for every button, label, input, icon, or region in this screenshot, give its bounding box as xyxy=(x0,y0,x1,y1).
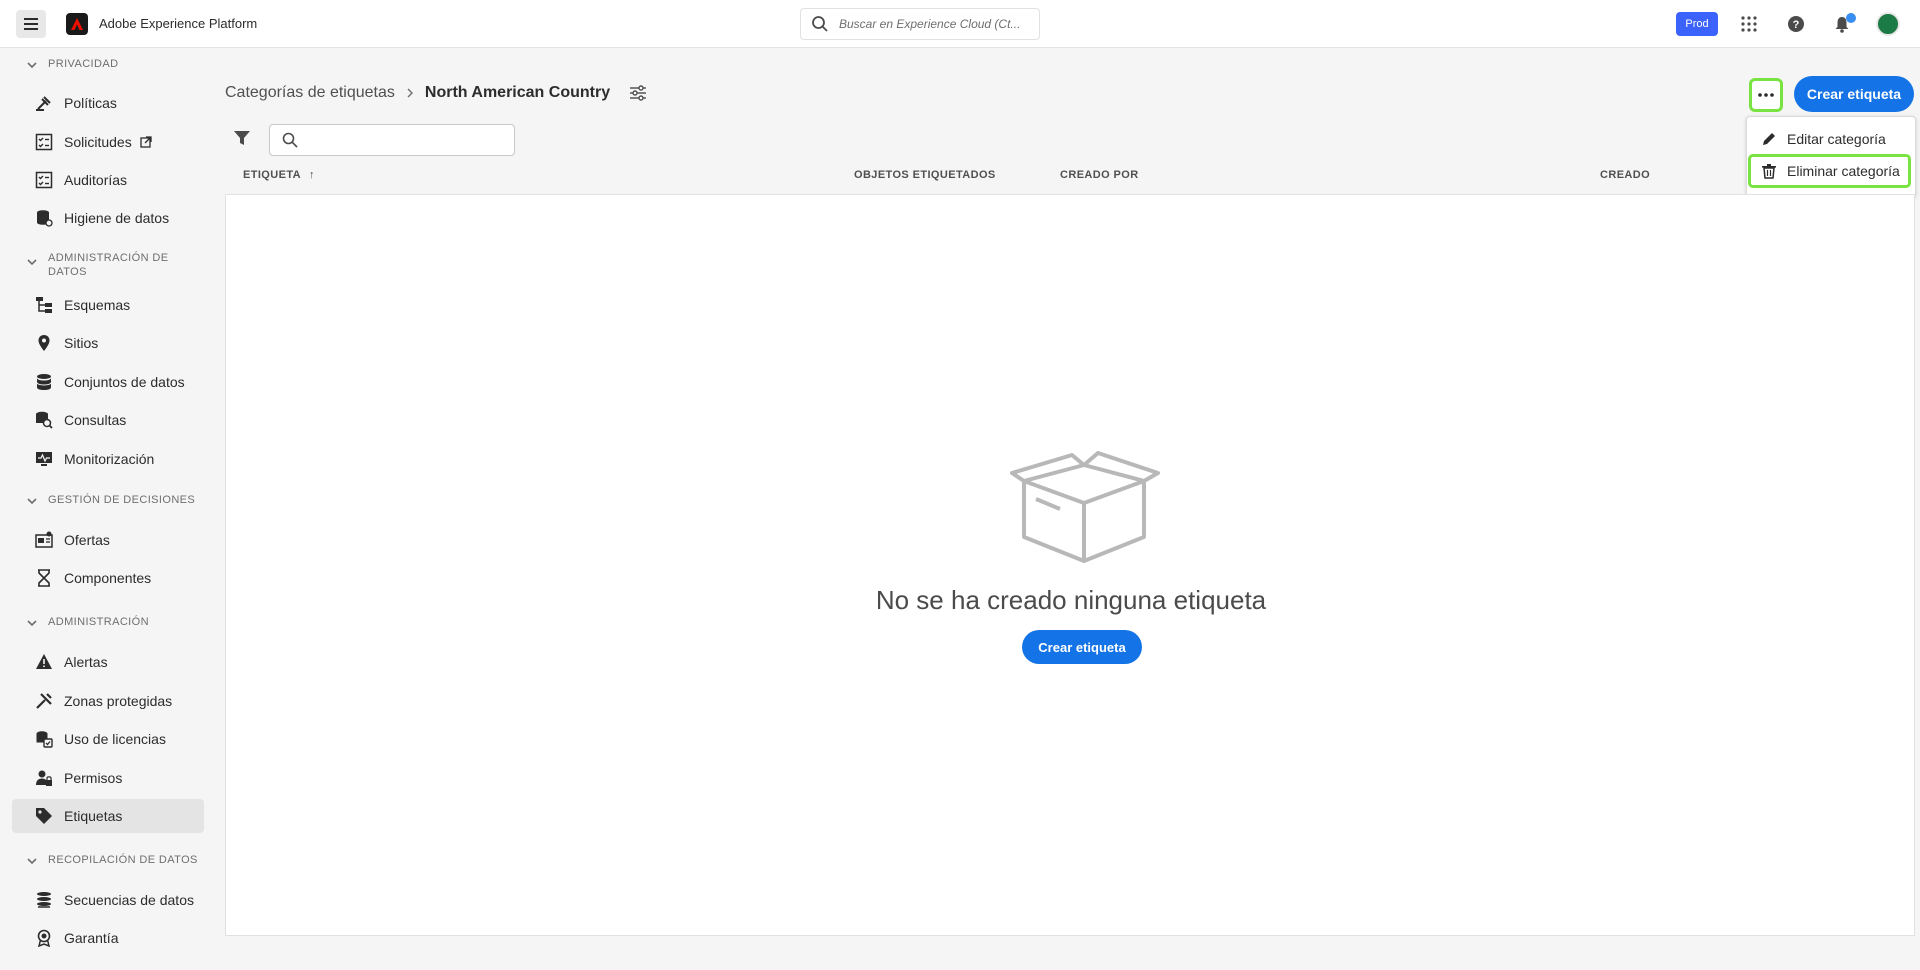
sidebar-item-etiquetas[interactable]: Etiquetas xyxy=(12,799,204,833)
section-header-recopilacion-de-datos[interactable]: RECOPILACIÓN DE DATOS xyxy=(26,853,198,867)
pencil-icon xyxy=(1763,133,1775,145)
search-icon xyxy=(812,16,828,32)
award-icon xyxy=(34,928,54,948)
create-label-button[interactable]: Crear etiqueta xyxy=(1794,76,1914,112)
chevron-right-icon xyxy=(407,88,413,98)
sidebar-item-secuencias-de-datos[interactable]: Secuencias de datos xyxy=(12,883,204,917)
sandbox-switcher[interactable]: Prod xyxy=(1676,12,1718,36)
sidebar-item-componentes[interactable]: Componentes xyxy=(12,561,204,595)
chevron-down-icon xyxy=(27,498,37,505)
license-icon xyxy=(34,729,54,749)
more-actions-button[interactable] xyxy=(1749,78,1783,112)
search-icon xyxy=(282,132,298,148)
labels-table-body: No se ha creado ninguna etiqueta Crear e… xyxy=(225,194,1915,936)
sort-ascending-icon: ↑ xyxy=(309,169,315,181)
notification-badge xyxy=(1846,13,1856,23)
column-header-objetos-etiquetados[interactable]: OBJETOS ETIQUETADOS xyxy=(854,169,996,181)
alert-icon xyxy=(34,652,54,672)
breadcrumb-parent-link[interactable]: Categorías de etiquetas xyxy=(225,84,395,102)
page-title: North American Country xyxy=(424,84,611,101)
sidebar-item-alertas[interactable]: Alertas xyxy=(12,645,204,679)
breadcrumb: Categorías de etiquetas North American C… xyxy=(225,83,648,103)
apps-grid-icon[interactable] xyxy=(1738,13,1760,35)
user-lock-icon xyxy=(34,768,54,788)
sidebar-item-garantia[interactable]: Garantía xyxy=(12,921,204,955)
sidebar-item-politicas[interactable]: Políticas xyxy=(12,86,204,120)
chevron-down-icon xyxy=(27,62,37,69)
settings-sliders-icon[interactable] xyxy=(628,83,648,103)
sidebar-item-zonas-protegidas[interactable]: Zonas protegidas xyxy=(12,684,204,718)
sidebar: PRIVACIDAD Políticas Solicitudes Auditor… xyxy=(0,48,213,970)
tools-icon xyxy=(34,691,54,711)
column-header-creado[interactable]: CREADO xyxy=(1600,169,1650,181)
sidebar-item-consultas[interactable]: Consultas xyxy=(12,403,204,437)
label-search-input[interactable] xyxy=(269,124,515,156)
chevron-down-icon xyxy=(27,620,37,627)
sidebar-item-solicitudes[interactable]: Solicitudes xyxy=(12,125,204,159)
menu-item-delete-category[interactable]: Eliminar categoría xyxy=(1748,154,1911,188)
column-header-creado-por[interactable]: CREADO POR xyxy=(1060,169,1139,181)
empty-box-icon xyxy=(1010,451,1160,563)
sidebar-item-auditorias[interactable]: Auditorías xyxy=(12,163,204,197)
database-clean-icon xyxy=(34,208,54,228)
sidebar-item-monitorizacion[interactable]: Monitorización xyxy=(12,442,204,476)
column-header-etiqueta[interactable]: ETIQUETA ↑ xyxy=(243,169,315,181)
more-horizontal-icon xyxy=(1758,93,1774,97)
sidebar-item-esquemas[interactable]: Esquemas xyxy=(12,288,204,322)
svg-text:?: ? xyxy=(1793,19,1800,31)
chevron-down-icon xyxy=(27,259,37,266)
schema-icon xyxy=(34,295,54,315)
section-header-administracion[interactable]: ADMINISTRACIÓN xyxy=(26,615,149,629)
sidebar-item-conjuntos-de-datos[interactable]: Conjuntos de datos xyxy=(12,365,204,399)
location-pin-icon xyxy=(34,333,54,353)
help-icon[interactable]: ? xyxy=(1785,13,1807,35)
tag-icon xyxy=(34,806,54,826)
sidebar-item-permisos[interactable]: Permisos xyxy=(12,761,204,795)
filter-icon[interactable] xyxy=(233,129,251,147)
checklist-icon xyxy=(34,132,54,152)
offers-icon xyxy=(34,530,54,550)
user-avatar[interactable] xyxy=(1876,12,1900,36)
monitor-icon xyxy=(34,449,54,469)
app-title[interactable]: Adobe Experience Platform xyxy=(99,16,257,31)
empty-state-message: No se ha creado ninguna etiqueta xyxy=(875,585,1267,615)
policy-icon xyxy=(34,93,54,113)
sidebar-item-uso-de-licencias[interactable]: Uso de licencias xyxy=(12,722,204,756)
hourglass-icon xyxy=(34,568,54,588)
actions-popover-menu: Editar categoría Eliminar categoría xyxy=(1746,116,1916,198)
section-header-privacidad[interactable]: PRIVACIDAD xyxy=(26,57,118,71)
menu-icon xyxy=(24,18,38,30)
section-header-gestion-de-decisiones[interactable]: GESTIÓN DE DECISIONES xyxy=(26,493,195,507)
sidebar-item-sitios[interactable]: Sitios xyxy=(12,326,204,360)
global-search-input[interactable]: Buscar en Experience Cloud (Ct... xyxy=(800,8,1040,40)
external-link-icon xyxy=(140,136,152,148)
sidebar-item-higiene-de-datos[interactable]: Higiene de datos xyxy=(12,201,204,235)
datastream-icon xyxy=(34,890,54,910)
empty-state-create-label-button[interactable]: Crear etiqueta xyxy=(1022,630,1142,664)
main-content: Categorías de etiquetas North American C… xyxy=(213,48,1920,970)
adobe-logo-icon[interactable] xyxy=(66,13,88,35)
hamburger-menu-button[interactable] xyxy=(16,10,46,38)
top-bar: Adobe Experience Platform Buscar en Expe… xyxy=(0,0,1920,48)
menu-item-edit-category[interactable]: Editar categoría xyxy=(1751,124,1911,154)
chevron-down-icon xyxy=(27,858,37,865)
database-icon xyxy=(34,372,54,392)
sidebar-item-ofertas[interactable]: Ofertas xyxy=(12,523,204,557)
audit-icon xyxy=(34,170,54,190)
search-placeholder: Buscar en Experience Cloud (Ct... xyxy=(839,17,1021,31)
section-header-administracion-de-datos[interactable]: ADMINISTRACIÓN DE DATOS xyxy=(26,251,178,279)
trash-icon xyxy=(1762,164,1776,179)
query-icon xyxy=(34,410,54,430)
